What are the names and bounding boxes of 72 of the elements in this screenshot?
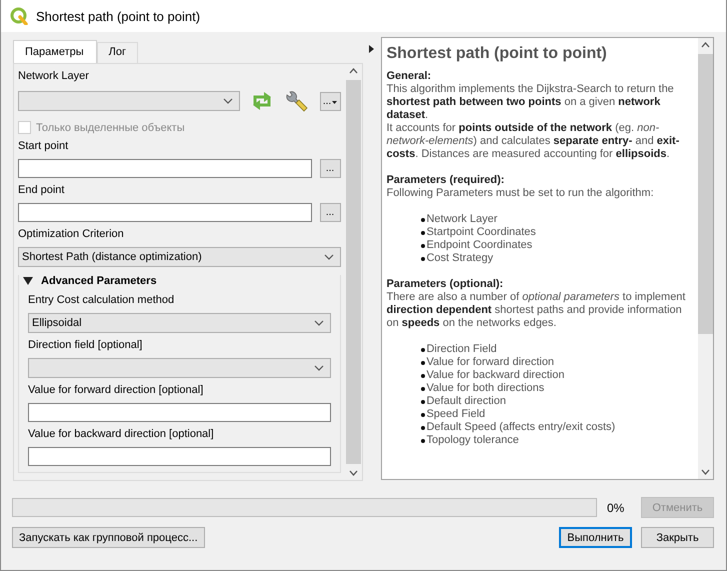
field-label: End point [18,184,66,197]
input-field[interactable] [18,159,312,178]
chevron-down-icon [324,254,334,260]
dropdown[interactable]: Ellipsoidal [28,313,330,333]
triangle-right-icon[interactable] [369,45,374,53]
list-item: Startpoint Coordinates [426,226,536,239]
help-title: Shortest path (point to point) [386,44,608,64]
help-paragraph: There are also a number of optional parameters to implement direction dependent shortest paths and provide information on speeds on the networks edges. [386,291,686,330]
group-title[interactable]: Advanced Parameters [41,275,157,287]
bullet-icon [421,438,426,442]
bullet-icon [421,230,426,234]
list-item: Speed Field [426,408,486,421]
browse-button[interactable]: ... [320,159,340,178]
button[interactable]: Закрыть [641,527,714,548]
field-label: Network Layer [18,70,90,83]
button[interactable]: Запускать как групповой процесс... [12,527,205,548]
help-paragraph: Following Parameters must be set to run the algorithm: [386,187,655,200]
tab[interactable]: Лог [96,42,138,63]
section-heading: Parameters (required): [386,174,506,187]
bullet-icon [421,426,426,430]
bullet-icon [421,386,426,390]
browse-button[interactable]: ... [320,92,340,110]
field-label: Optimization Criterion [18,228,125,241]
list-item: Default Speed (affects entry/exit costs) [426,421,616,434]
help-paragraph: It accounts for points outside of the network (eg. non-network-elements) and calculates separate entry- and exit-costs. Distances are measured accounting for ellipsoids. [386,122,680,161]
input-field[interactable] [28,403,330,422]
list-item: Topology tolerance [426,434,519,447]
bullet-icon [421,412,426,416]
scroll-down-icon[interactable] [701,469,710,475]
list-item: Value for both directions [426,382,544,395]
bullet-icon [421,360,426,364]
bullet-icon [421,348,426,352]
chevron-down-icon [223,98,233,104]
field-label: Entry Cost calculation method [28,294,176,307]
list-item: Value for forward direction [426,356,554,369]
bullet-icon [421,244,426,248]
triangle-down-icon[interactable] [23,277,33,285]
bullet-icon [421,256,426,260]
input-field[interactable] [28,447,330,466]
scrollbar[interactable] [698,38,713,479]
scroll-up-icon[interactable] [348,68,358,74]
field-label: Value for forward direction [optional] [28,384,204,397]
wrench-icon[interactable] [284,89,308,113]
input-field[interactable] [18,203,312,222]
list-item: Default direction [426,395,506,408]
list-item: Endpoint Coordinates [426,239,532,252]
section-heading: General: [386,70,432,83]
list-item: Value for backward direction [426,369,564,382]
tab[interactable]: Параметры [13,40,97,63]
field-label: Direction field [optional] [28,339,144,352]
progress-reading: 0% [607,500,626,514]
bullet-icon [421,218,426,222]
list-item: Cost Strategy [426,252,494,265]
checkbox-label: Только выделенные объекты [36,122,185,134]
bullet-icon [421,374,426,378]
field-label: Value for backward direction [optional] [28,428,215,441]
caret-icon [332,101,338,104]
field-label: Start point [18,140,70,153]
scroll-up-icon[interactable] [701,42,710,48]
button[interactable]: Выполнить [559,527,632,548]
chevron-down-icon [314,320,324,326]
list-item: Direction Field [426,343,497,356]
window-title: Shortest path (point to point) [36,8,200,24]
browse-button[interactable]: ... [320,203,340,222]
list-item: Network Layer [426,213,498,226]
chevron-down-icon [314,365,324,371]
scroll-down-icon[interactable] [348,470,358,476]
logo-icon [10,7,28,25]
help-paragraph: This algorithm implements the Dijkstra-Search to return the shortest path between two points on a given network dataset. [386,83,675,122]
section-heading: Parameters (optional): [386,278,504,291]
bullet-icon [421,400,426,404]
dropdown[interactable]: Shortest Path (distance optimization) [18,247,340,267]
